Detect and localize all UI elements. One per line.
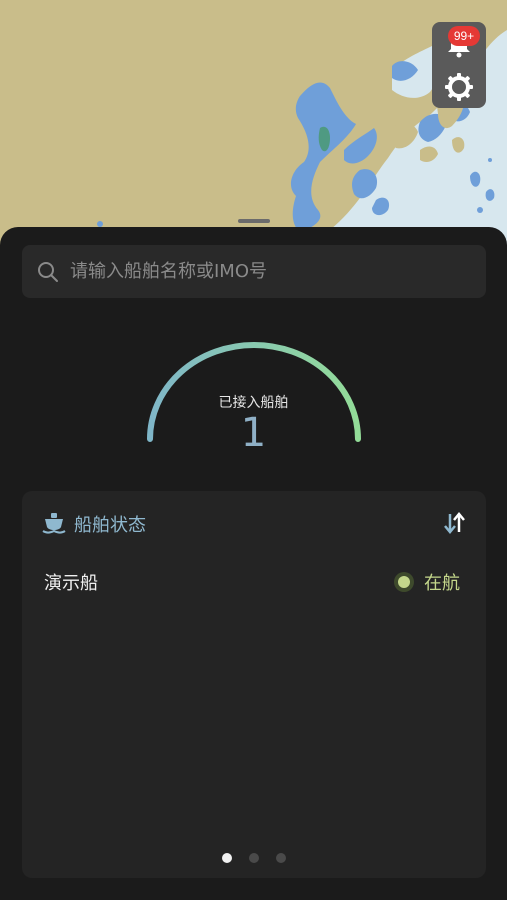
- page-indicator: [22, 853, 486, 863]
- search-icon: [36, 260, 60, 284]
- notification-badge: 99+: [448, 26, 480, 46]
- ship-status-card: 船舶状态 演示船 在航: [22, 491, 486, 878]
- app-screen: 99+ 已接入船舶 1 船: [0, 0, 507, 900]
- search-input[interactable]: [70, 245, 470, 298]
- page-dot-1[interactable]: [222, 853, 232, 863]
- ship-status-label: 在航: [424, 573, 460, 594]
- ship-name: 演示船: [44, 573, 98, 594]
- sheet-drag-handle[interactable]: [238, 219, 270, 223]
- ship-icon: [42, 512, 66, 534]
- page-dot-3[interactable]: [276, 853, 286, 863]
- gear-icon[interactable]: [444, 72, 474, 102]
- page-dot-2[interactable]: [249, 853, 259, 863]
- status-indicator: [394, 572, 414, 592]
- search-bar: [22, 245, 486, 298]
- status-indicator-inner: [398, 576, 410, 588]
- card-title: 船舶状态: [74, 515, 146, 536]
- gauge-value: 1: [240, 410, 267, 456]
- sort-icon[interactable]: [442, 512, 466, 534]
- gauge-label: 已接入船舶: [218, 395, 289, 411]
- ship-list-item[interactable]: 演示船 在航: [22, 565, 486, 599]
